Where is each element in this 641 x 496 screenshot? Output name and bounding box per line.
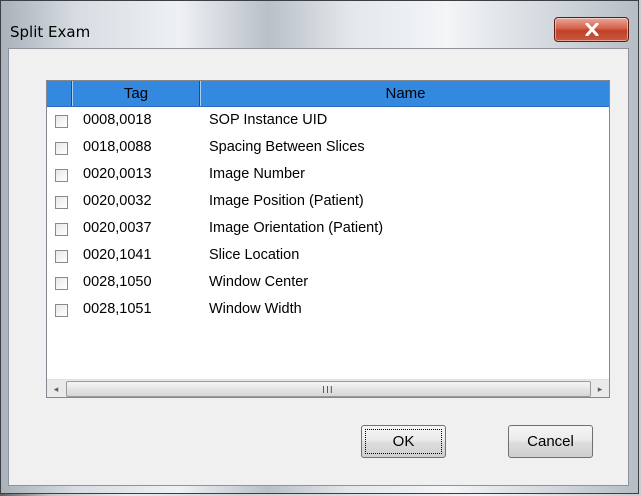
column-header-check[interactable] — [47, 81, 72, 106]
row-name: Window Width — [209, 301, 302, 317]
row-checkbox[interactable] — [55, 169, 68, 182]
row-tag: 0020,0037 — [83, 220, 152, 236]
row-checkbox[interactable] — [55, 250, 68, 263]
title-bar[interactable]: Split Exam — [1, 1, 638, 49]
cancel-button[interactable]: Cancel — [508, 425, 593, 458]
row-name: Image Position (Patient) — [209, 193, 364, 209]
column-header-name[interactable]: Name — [200, 81, 609, 106]
list-header: Tag Name — [47, 81, 609, 107]
cancel-label: Cancel — [527, 433, 574, 450]
window-title: Split Exam — [10, 23, 91, 41]
table-row[interactable]: 0020,1041 Slice Location — [47, 243, 609, 270]
row-name: SOP Instance UID — [209, 112, 328, 128]
close-x-icon — [585, 23, 599, 36]
row-checkbox[interactable] — [55, 115, 68, 128]
row-checkbox[interactable] — [55, 223, 68, 236]
table-row[interactable]: 0008,0018 SOP Instance UID — [47, 108, 609, 135]
row-tag: 0020,1041 — [83, 247, 152, 263]
row-tag: 0028,1050 — [83, 274, 152, 290]
row-name: Image Orientation (Patient) — [209, 220, 384, 236]
table-row[interactable]: 0028,1051 Window Width — [47, 297, 609, 324]
scroll-right-arrow-icon[interactable]: ▸ — [591, 380, 609, 397]
row-tag: 0020,0032 — [83, 193, 152, 209]
row-tag: 0028,1051 — [83, 301, 152, 317]
row-tag: 0018,0088 — [83, 139, 152, 155]
row-tag: 0008,0018 — [83, 112, 152, 128]
row-checkbox[interactable] — [55, 196, 68, 209]
table-row[interactable]: 0020,0013 Image Number — [47, 162, 609, 189]
tag-list[interactable]: Tag Name 0008,0018 SOP Instance UID 0018… — [46, 80, 610, 398]
ok-button[interactable]: OK — [361, 425, 446, 458]
scroll-left-arrow-icon[interactable]: ◂ — [47, 380, 65, 397]
table-row[interactable]: 0020,0032 Image Position (Patient) — [47, 189, 609, 216]
table-row[interactable]: 0028,1050 Window Center — [47, 270, 609, 297]
column-header-tag[interactable]: Tag — [72, 81, 200, 106]
scrollbar-thumb[interactable]: III — [66, 381, 591, 397]
row-checkbox[interactable] — [55, 142, 68, 155]
scrollbar-grip: III — [322, 385, 334, 396]
close-button[interactable] — [554, 17, 629, 42]
row-checkbox[interactable] — [55, 277, 68, 290]
table-row[interactable]: 0018,0088 Spacing Between Slices — [47, 135, 609, 162]
row-checkbox[interactable] — [55, 304, 68, 317]
horizontal-scrollbar[interactable]: ◂ III ▸ — [47, 379, 609, 397]
row-name: Spacing Between Slices — [209, 139, 365, 155]
row-name: Window Center — [209, 274, 309, 290]
table-row[interactable]: 0020,0037 Image Orientation (Patient) — [47, 216, 609, 243]
row-name: Image Number — [209, 166, 305, 182]
row-name: Slice Location — [209, 247, 300, 263]
focus-rectangle — [365, 429, 442, 454]
row-tag: 0020,0013 — [83, 166, 152, 182]
